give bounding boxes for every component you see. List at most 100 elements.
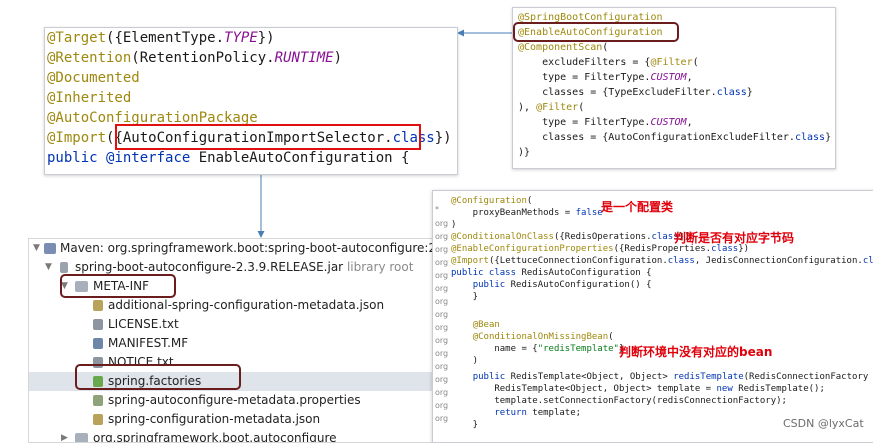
manifest-file-icon [93,338,103,349]
code-token: EnableAutoConfiguration { [190,150,410,166]
code-line: @Documented [47,68,140,88]
code-token: , JedisConnectionConfiguration. [694,256,863,266]
code-token: @EnableConfigurationProperties [451,244,614,254]
code-line: } [451,419,478,431]
code-token: redisTemplate [673,372,744,382]
code-token: classes = {AutoConfigurationExcludeFilte… [518,132,795,143]
code-token: @Configuration [451,196,527,206]
tree-row-file[interactable]: MANIFEST.MF [29,334,477,353]
gutter-label: org [435,297,449,306]
code-token: ( [578,102,585,113]
tree-row-file[interactable]: spring-autoconfigure-metadata.properties [29,391,477,410]
code-token: RedisTemplate(); [738,384,825,394]
code-line: excludeFilters = {@Filter( [518,55,699,70]
jar-name: spring-boot-autoconfigure-2.3.9.RELEASE.… [75,260,344,274]
code-token: @Import [47,130,107,146]
gutter-label: org [435,310,449,319]
code-token: ({ElementType. [106,30,225,46]
code-line: )} [518,145,530,160]
code-token: (RetentionPolicy. [131,50,275,66]
text-file-icon [93,319,103,330]
code-token: ( [692,57,699,68]
code-token: RedisAutoConfiguration { [521,268,652,278]
code-token: CUSTOM [650,72,687,83]
code-token: } [825,132,832,143]
redis-auto-configuration-code: * org org org org org org org org org or… [432,190,873,443]
gutter-marker: * [435,205,439,214]
code-line: public @interface EnableAutoConfiguratio… [47,148,409,168]
gutter-label: org [435,349,449,358]
code-token: } [451,420,479,430]
arrow-head-down [257,231,265,238]
code-token: @Target [47,30,107,46]
code-line: public RedisAutoConfiguration() { [451,279,652,291]
chevron-down-icon[interactable]: ▼ [33,239,40,258]
tree-label: Maven: org.springframework.boot:spring-b… [60,241,478,255]
code-token: @Documented [47,70,140,86]
code-token: false [575,208,603,218]
code-token: interface [114,150,191,166]
library-root-label: library root [346,260,414,274]
code-line: classes = {AutoConfigurationExcludeFilte… [518,130,831,145]
code-token: CUSTOM [650,117,687,128]
code-token: new [716,384,739,394]
tree-row-maven-library[interactable]: ▼ Maven: org.springframework.boot:spring… [29,239,477,258]
code-token: template; [532,408,582,418]
import-selector-highlight [115,124,421,150]
code-token: @ComponentScan [518,42,603,53]
tree-row-file[interactable]: spring-configuration-metadata.json [29,410,477,429]
gutter-label: org [435,336,449,345]
code-token: TYPE [224,30,258,46]
code-line: classes = {TypeExcludeFilter.class} [518,85,753,100]
code-line: } [451,291,478,303]
json-file-icon [93,414,103,425]
tree-row-file[interactable]: LICENSE.txt [29,315,477,334]
code-token: RedisAutoConfiguration() { [510,280,652,290]
enable-auto-config-highlight [513,22,679,42]
meta-inf-highlight [60,274,176,298]
code-line: proxyBeanMethods = false [451,207,603,219]
code-token: @ConditionalOnMissingBean [472,332,609,342]
gutter-label: org [435,232,449,241]
code-token: class [667,256,695,266]
arrow-head-left [457,29,464,37]
code-line: ) [451,355,478,367]
code-token: ) [333,50,343,66]
gutter-label: org [435,388,449,397]
gutter-label: org [435,414,449,423]
gutter-label: org [435,284,449,293]
code-token: @ConditionalOnClass [451,232,554,242]
code-token: }) [434,130,452,146]
code-token: public [472,280,511,290]
code-line: RedisTemplate<Object, Object> template =… [451,383,825,395]
package-icon [75,433,88,442]
tree-label: additional-spring-configuration-metadata… [108,298,385,312]
chevron-down-icon[interactable]: ▼ [45,258,52,277]
tree-row-file[interactable]: additional-spring-configuration-metadata… [29,296,477,315]
gutter-label: org [435,271,449,280]
spring-factories-highlight [75,364,241,390]
gutter-label: org [435,401,449,410]
code-token: ) [451,356,479,366]
tree-label: MANIFEST.MF [108,336,189,350]
code-line: ) [451,219,456,231]
code-line: ), @Filter( [518,100,584,115]
code-line: name = {"redisTemplate"} [451,343,624,355]
code-token: RedisTemplate<Object, Object> [510,372,674,382]
code-token: type = FilterType. [518,72,651,83]
code-token: excludeFilters = { [518,57,651,68]
code-line: @Retention(RetentionPolicy.RUNTIME) [47,48,342,68]
code-token: RUNTIME [274,50,334,66]
jar-icon [60,262,68,273]
properties-file-icon [93,395,103,406]
tree-label: spring-configuration-metadata.json [108,412,321,426]
gutter-label: org [435,362,449,371]
code-token: @Filter [536,102,579,113]
code-line: return template; [451,407,581,419]
code-line: @Target({ElementType.TYPE}) [47,28,275,48]
code-token: ({RedisOperations. [553,232,652,242]
code-token: proxyBeanMethods = [451,208,576,218]
code-token: template.setConnectionFactory(redisConne… [451,396,787,406]
code-token: ( [526,196,533,206]
code-line: public class RedisAutoConfiguration { [451,267,652,279]
